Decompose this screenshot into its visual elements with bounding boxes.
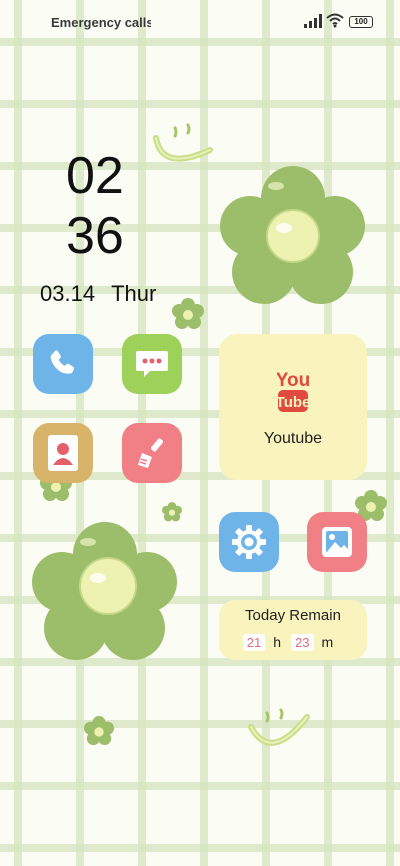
weekday-text: Thur (111, 281, 157, 306)
smiley-decoration (153, 123, 213, 162)
small-flower-decoration (162, 502, 182, 522)
message-app-button[interactable] (122, 334, 182, 394)
status-carrier-text: Emergency calls o (51, 15, 151, 30)
phone-app-button[interactable] (33, 334, 93, 394)
timer-hours-unit: h (273, 634, 282, 650)
timer-minutes-unit: m (321, 634, 334, 650)
wifi-icon (326, 13, 344, 28)
timer-values: 21 h 23 m (219, 634, 367, 651)
date-display: 03.14 Thur (40, 281, 156, 307)
gallery-icon (322, 527, 352, 557)
battery-icon: 100 (349, 16, 373, 28)
timer-hours-value: 21 (242, 634, 266, 651)
flower-decoration (32, 522, 177, 660)
settings-app-button[interactable] (219, 512, 279, 572)
youtube-logo-icon: You Tube (277, 370, 309, 412)
clock-hours: 02 (66, 147, 124, 205)
clock-minutes: 36 (66, 207, 124, 265)
message-icon (136, 351, 168, 377)
gear-icon (232, 525, 266, 559)
small-flower-decoration (84, 716, 114, 746)
contacts-icon (48, 435, 78, 471)
youtube-logo-text-tube: Tube (277, 394, 309, 411)
gallery-app-button[interactable] (307, 512, 367, 572)
contacts-app-button[interactable] (33, 423, 93, 483)
timer-minutes-value: 23 (291, 634, 314, 651)
phone-icon (50, 350, 75, 374)
today-remain-widget[interactable]: Today Remain 21 h 23 m (219, 600, 367, 660)
date-text: 03.14 (40, 281, 96, 306)
cleaner-icon (138, 438, 163, 468)
youtube-widget-label: Youtube (263, 430, 323, 447)
youtube-widget[interactable]: You Tube Youtube (219, 334, 367, 480)
flower-decoration (220, 166, 365, 304)
small-flower-decoration (172, 298, 204, 329)
signal-icon (304, 14, 322, 28)
smiley-decoration (248, 708, 310, 746)
cleaner-app-button[interactable] (122, 423, 182, 483)
youtube-logo-text-you: You (277, 370, 309, 391)
timer-title: Today Remain (245, 607, 341, 624)
